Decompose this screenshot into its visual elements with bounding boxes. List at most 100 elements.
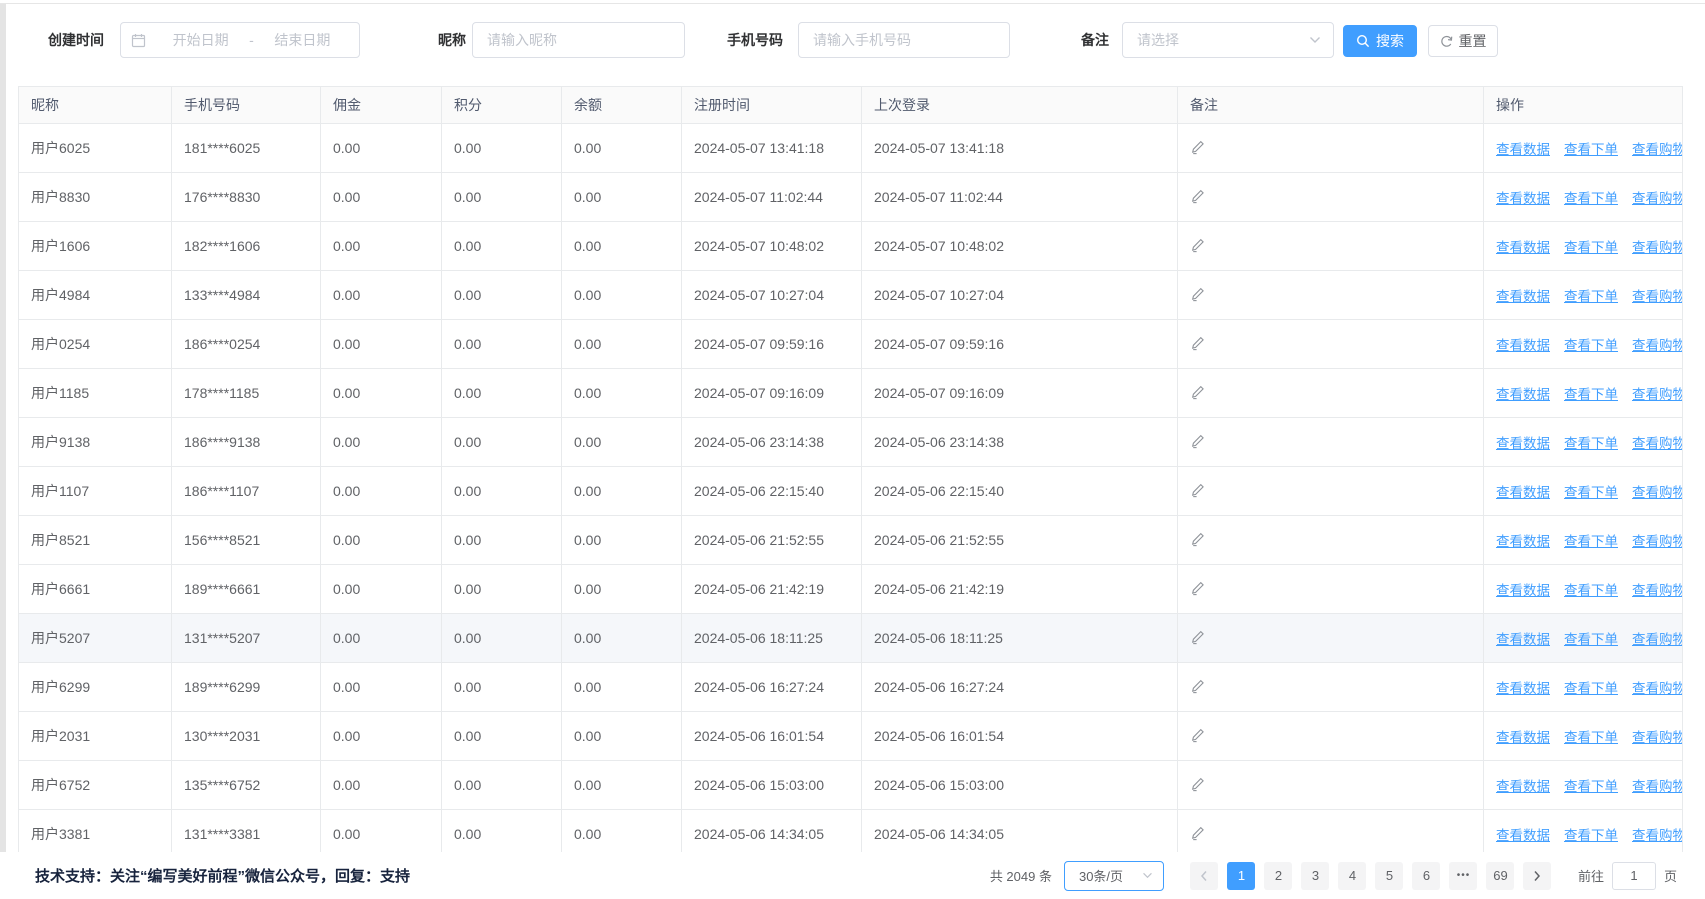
balance-cell: 0.00 <box>562 761 682 810</box>
nickname-cell: 用户6299 <box>19 663 172 712</box>
remark-select[interactable]: 请选择 <box>1122 22 1334 58</box>
action-link[interactable]: 查看下单 <box>1564 142 1618 157</box>
start-date-placeholder[interactable]: 开始日期 <box>154 30 247 50</box>
action-link[interactable]: 查看购物车 <box>1632 191 1683 206</box>
register-time-cell: 2024-05-06 21:52:55 <box>682 516 862 565</box>
page-button[interactable]: 5 <box>1375 862 1403 890</box>
next-page-button[interactable] <box>1523 862 1551 890</box>
page-button[interactable]: 2 <box>1264 862 1292 890</box>
action-link[interactable]: 查看数据 <box>1496 828 1550 843</box>
more-pages-button[interactable]: ••• <box>1449 862 1477 890</box>
pencil-icon[interactable] <box>1190 433 1206 452</box>
action-link[interactable]: 查看下单 <box>1564 338 1618 353</box>
last-login-cell: 2024-05-06 21:42:19 <box>862 565 1178 614</box>
action-link[interactable]: 查看购物车 <box>1632 436 1683 451</box>
phone-input[interactable] <box>813 32 995 48</box>
commission-cell: 0.00 <box>321 418 442 467</box>
column-header: 上次登录 <box>862 87 1178 124</box>
nickname-input[interactable] <box>487 32 670 48</box>
action-link[interactable]: 查看数据 <box>1496 289 1550 304</box>
action-link[interactable]: 查看数据 <box>1496 485 1550 500</box>
action-link[interactable]: 查看数据 <box>1496 632 1550 647</box>
points-cell: 0.00 <box>442 614 562 663</box>
action-link[interactable]: 查看下单 <box>1564 583 1618 598</box>
goto-page-input[interactable] <box>1612 862 1656 890</box>
action-link[interactable]: 查看下单 <box>1564 730 1618 745</box>
pencil-icon[interactable] <box>1190 237 1206 256</box>
phone-cell: 135****6752 <box>172 761 321 810</box>
search-icon <box>1356 34 1370 48</box>
pencil-icon[interactable] <box>1190 188 1206 207</box>
action-link[interactable]: 查看数据 <box>1496 583 1550 598</box>
pencil-icon[interactable] <box>1190 629 1206 648</box>
action-link[interactable]: 查看数据 <box>1496 730 1550 745</box>
pagination: 共 2049 条 30条/页 123456 ••• <box>990 852 1677 899</box>
action-link[interactable]: 查看购物车 <box>1632 142 1683 157</box>
action-link[interactable]: 查看下单 <box>1564 387 1618 402</box>
last-login-cell: 2024-05-07 13:41:18 <box>862 124 1178 173</box>
page-button[interactable]: 1 <box>1227 862 1255 890</box>
pencil-icon[interactable] <box>1190 531 1206 550</box>
last-page-button[interactable]: 69 <box>1486 862 1514 890</box>
pencil-icon[interactable] <box>1190 727 1206 746</box>
pencil-icon[interactable] <box>1190 384 1206 403</box>
action-link[interactable]: 查看下单 <box>1564 681 1618 696</box>
column-header: 备注 <box>1178 87 1484 124</box>
action-link[interactable]: 查看购物车 <box>1632 338 1683 353</box>
action-link[interactable]: 查看购物车 <box>1632 240 1683 255</box>
action-link[interactable]: 查看购物车 <box>1632 289 1683 304</box>
action-link[interactable]: 查看数据 <box>1496 779 1550 794</box>
pencil-icon[interactable] <box>1190 580 1206 599</box>
action-link[interactable]: 查看数据 <box>1496 240 1550 255</box>
action-link[interactable]: 查看数据 <box>1496 142 1550 157</box>
table-row: 用户9138 186****9138 0.00 0.00 0.00 2024-0… <box>19 418 1683 467</box>
action-link[interactable]: 查看购物车 <box>1632 583 1683 598</box>
end-date-placeholder[interactable]: 结束日期 <box>256 30 349 50</box>
action-link[interactable]: 查看数据 <box>1496 681 1550 696</box>
action-link[interactable]: 查看下单 <box>1564 436 1618 451</box>
action-link[interactable]: 查看购物车 <box>1632 485 1683 500</box>
action-link[interactable]: 查看购物车 <box>1632 534 1683 549</box>
prev-page-button[interactable] <box>1190 862 1218 890</box>
action-link[interactable]: 查看下单 <box>1564 779 1618 794</box>
pencil-icon[interactable] <box>1190 139 1206 158</box>
pencil-icon[interactable] <box>1190 482 1206 501</box>
action-link[interactable]: 查看数据 <box>1496 534 1550 549</box>
table-row: 用户5207 131****5207 0.00 0.00 0.00 2024-0… <box>19 614 1683 663</box>
reset-button[interactable]: 重置 <box>1428 25 1498 57</box>
balance-cell: 0.00 <box>562 712 682 761</box>
nickname-cell: 用户5207 <box>19 614 172 663</box>
action-link[interactable]: 查看购物车 <box>1632 828 1683 843</box>
action-link[interactable]: 查看数据 <box>1496 436 1550 451</box>
action-link[interactable]: 查看下单 <box>1564 632 1618 647</box>
search-button[interactable]: 搜索 <box>1343 25 1417 57</box>
action-link[interactable]: 查看数据 <box>1496 191 1550 206</box>
action-link[interactable]: 查看购物车 <box>1632 681 1683 696</box>
pencil-icon[interactable] <box>1190 678 1206 697</box>
action-link[interactable]: 查看数据 <box>1496 338 1550 353</box>
action-link[interactable]: 查看购物车 <box>1632 730 1683 745</box>
page-button[interactable]: 4 <box>1338 862 1366 890</box>
nickname-cell: 用户1185 <box>19 369 172 418</box>
action-link[interactable]: 查看数据 <box>1496 387 1550 402</box>
action-link[interactable]: 查看购物车 <box>1632 387 1683 402</box>
column-header: 积分 <box>442 87 562 124</box>
page-size-select[interactable]: 30条/页 <box>1064 861 1164 891</box>
date-range-picker[interactable]: 开始日期 - 结束日期 <box>120 22 360 58</box>
action-link[interactable]: 查看下单 <box>1564 289 1618 304</box>
register-time-cell: 2024-05-06 23:14:38 <box>682 418 862 467</box>
action-link[interactable]: 查看下单 <box>1564 191 1618 206</box>
action-link[interactable]: 查看下单 <box>1564 534 1618 549</box>
action-link[interactable]: 查看下单 <box>1564 485 1618 500</box>
pencil-icon[interactable] <box>1190 776 1206 795</box>
action-link[interactable]: 查看购物车 <box>1632 779 1683 794</box>
chevron-down-icon <box>1309 36 1321 44</box>
page-button[interactable]: 6 <box>1412 862 1440 890</box>
action-link[interactable]: 查看下单 <box>1564 828 1618 843</box>
action-link[interactable]: 查看下单 <box>1564 240 1618 255</box>
action-link[interactable]: 查看购物车 <box>1632 632 1683 647</box>
pencil-icon[interactable] <box>1190 825 1206 844</box>
pencil-icon[interactable] <box>1190 335 1206 354</box>
page-button[interactable]: 3 <box>1301 862 1329 890</box>
pencil-icon[interactable] <box>1190 286 1206 305</box>
